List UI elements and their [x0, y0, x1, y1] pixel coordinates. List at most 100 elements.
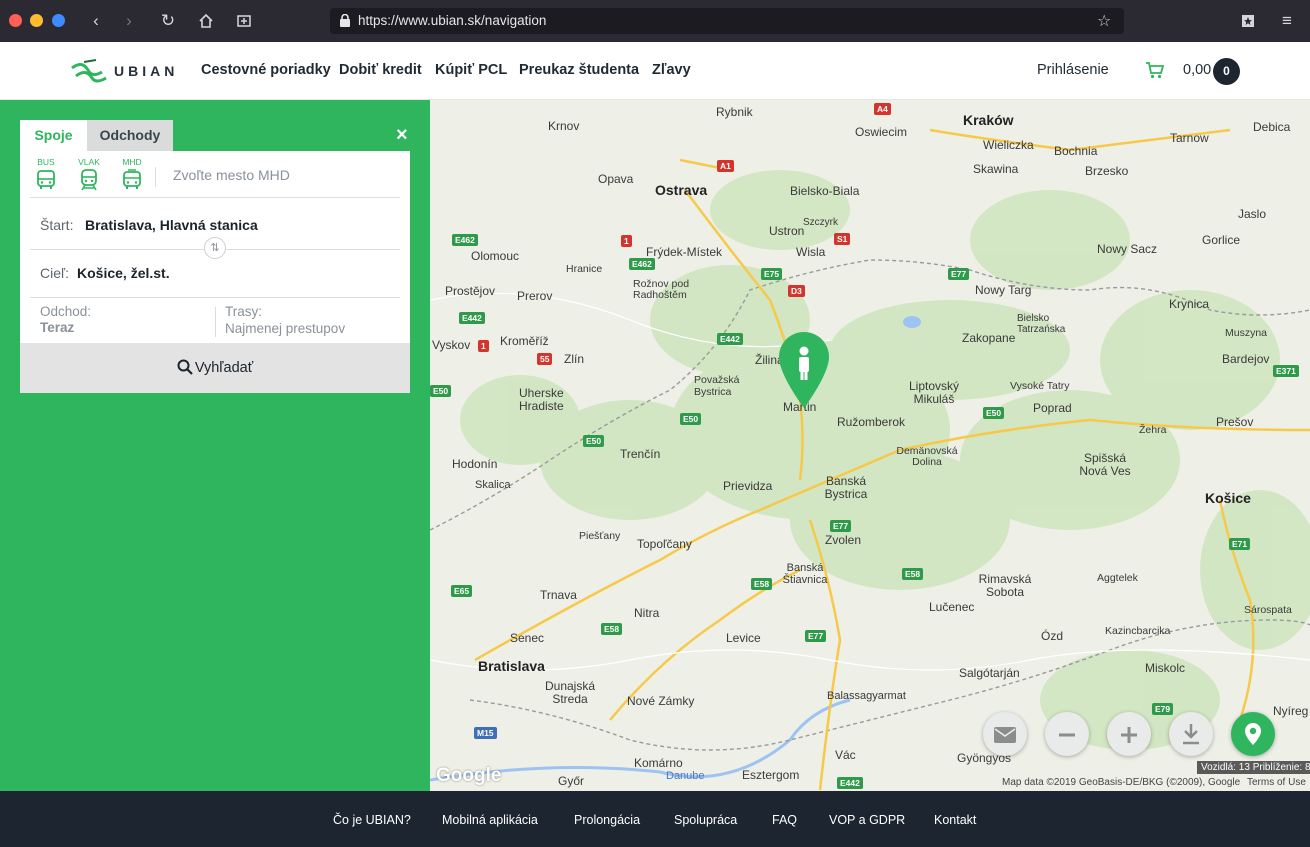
zoom-out-button[interactable]	[1045, 712, 1089, 756]
start-label: Štart:	[40, 217, 74, 233]
email-button[interactable]	[983, 712, 1027, 756]
map-label: Žehra	[1139, 424, 1167, 436]
nav-preukaz-studenta[interactable]: Preukaz študenta	[519, 62, 639, 78]
site-header: UBIAN Cestovné poriadky Dobiť kredit Kúp…	[0, 42, 1310, 100]
cart-count-badge[interactable]: 0	[1213, 58, 1240, 85]
footer-link-vop-gdpr[interactable]: VOP a GDPR	[829, 813, 905, 827]
nav-zlavy[interactable]: Zľavy	[652, 62, 691, 78]
footer-link-faq[interactable]: FAQ	[772, 813, 797, 827]
map-label: Wisla	[796, 245, 826, 259]
mode-mhd-label: MHD	[122, 157, 142, 167]
menu-icon[interactable]: ≡	[1276, 10, 1298, 32]
map-label: Trenčín	[620, 447, 661, 461]
cart-amount[interactable]: 0,00	[1183, 62, 1211, 78]
url-text: https://www.ubian.sk/navigation	[358, 13, 547, 28]
mode-train[interactable]: VLAK	[74, 157, 104, 196]
footer-link-spolupraca[interactable]: Spolupráca	[674, 813, 737, 827]
search-button[interactable]: Vyhľadať	[20, 343, 410, 393]
screenshot-icon[interactable]	[233, 10, 255, 32]
map-marker-icon	[1245, 723, 1261, 745]
map-label: Gorlice	[1202, 233, 1241, 247]
nav-dobit-kredit[interactable]: Dobiť kredit	[339, 62, 422, 78]
reload-icon[interactable]: ↻	[157, 10, 179, 32]
footer-link-kontakt[interactable]: Kontakt	[934, 813, 976, 827]
map-label: Bardejov	[1222, 352, 1270, 366]
terms-of-use-link[interactable]: Terms of Use	[1247, 777, 1306, 788]
road-shield: E75	[761, 268, 783, 280]
footer-link-mobilna-aplikacia[interactable]: Mobilná aplikácia	[442, 813, 538, 827]
search-panel: Spoje Odchody × BUS VLAK MHD Zvoľte mest…	[20, 120, 410, 393]
map-label: Vác	[835, 748, 856, 762]
ubian-logo[interactable]: UBIAN	[70, 56, 174, 86]
map-label: Rožnov pod Radhoštěm	[633, 278, 690, 301]
close-icon[interactable]: ×	[396, 124, 408, 146]
ubian-logo-icon	[71, 59, 107, 83]
maximize-window-button[interactable]	[52, 14, 65, 27]
google-logo: Google	[436, 765, 502, 786]
panel-tabs: Spoje Odchody ×	[20, 120, 410, 151]
bookmark-star-icon[interactable]: ☆	[1097, 11, 1111, 31]
mode-bus[interactable]: BUS	[31, 157, 61, 196]
map-label: Miskolc	[1145, 661, 1186, 675]
map-label: Opava	[598, 172, 634, 186]
minimize-window-button[interactable]	[30, 14, 43, 27]
map-label: Bochnia	[1054, 144, 1098, 158]
swap-stations-icon[interactable]: ⇅	[204, 237, 226, 259]
map-label: Dunajská Streda	[544, 679, 596, 706]
road-shield: D3	[788, 285, 805, 297]
forward-icon[interactable]: ›	[118, 10, 140, 32]
map-view[interactable]: Kraków Ostrava Bratislava Košice Rybnik …	[430, 100, 1310, 791]
close-window-button[interactable]	[9, 14, 22, 27]
nav-cestovne-poriadky[interactable]: Cestovné poriadky	[201, 62, 331, 78]
routes-select[interactable]: Najmenej prestupov	[225, 321, 345, 336]
map-label: Nowy Targ	[975, 283, 1032, 297]
departure-label: Odchod:	[40, 304, 92, 319]
login-link[interactable]: Prihlásenie	[1037, 62, 1109, 78]
location-pin-icon[interactable]	[777, 330, 831, 410]
map-label: Balassagyarmat	[827, 690, 906, 702]
mhd-city-select[interactable]: Zvoľte mesto MHD	[173, 167, 290, 183]
road-shield: M15	[474, 727, 497, 739]
vehicles-zoom-info: Vozidlá: 13 Priblíženie: 8	[1197, 761, 1310, 774]
map-label: Poprad	[1033, 401, 1072, 415]
road-shield: A4	[874, 103, 891, 115]
tab-odchody[interactable]: Odchody	[87, 120, 173, 151]
download-button[interactable]	[1169, 712, 1213, 756]
mode-bus-label: BUS	[37, 157, 55, 167]
map-label: Zvolen	[825, 533, 862, 547]
map-label: Banská Bystrica	[824, 474, 868, 501]
map-label: Szczyrk	[803, 217, 838, 228]
cart-icon[interactable]	[1145, 60, 1165, 80]
departure-select[interactable]: Teraz	[40, 320, 74, 335]
map-label: Prievidza	[723, 479, 773, 493]
home-icon[interactable]	[195, 10, 217, 32]
map-label: Aggtelek	[1097, 572, 1138, 584]
road-shield: E50	[430, 385, 452, 397]
map-label: Ružomberok	[837, 415, 906, 429]
train-icon	[81, 169, 97, 191]
footer-link-co-je-ubian[interactable]: Čo je UBIAN?	[333, 813, 411, 827]
tab-spoje[interactable]: Spoje	[20, 120, 87, 151]
road-shield: E442	[459, 312, 485, 324]
road-shield: 55	[537, 353, 553, 365]
road-shield: E58	[601, 623, 623, 635]
map-label: Považská Bystrica	[694, 374, 740, 398]
map-label: Prostějov	[445, 284, 496, 298]
address-bar[interactable]: https://www.ubian.sk/navigation ☆	[330, 8, 1124, 34]
mode-mhd[interactable]: MHD	[117, 157, 147, 196]
back-icon[interactable]: ‹	[85, 10, 107, 32]
email-icon	[994, 727, 1016, 743]
map-label: Oswiecim	[855, 125, 908, 139]
map-label: Frýdek-Místek	[646, 245, 723, 259]
road-shield: E50	[680, 413, 702, 425]
footer-link-prolongacia[interactable]: Prolongácia	[574, 813, 640, 827]
start-input[interactable]: Bratislava, Hlavná stanica	[85, 217, 258, 233]
map-label: Vyskov	[432, 338, 471, 352]
destination-input[interactable]: Košice, žel.st.	[77, 265, 170, 281]
extension-icon[interactable]	[1237, 10, 1259, 32]
zoom-in-button[interactable]	[1107, 712, 1151, 756]
map-label: Danube	[666, 770, 705, 782]
nav-kupit-pcl[interactable]: Kúpiť PCL	[435, 62, 507, 78]
search-button-label: Vyhľadať	[194, 360, 254, 376]
my-location-button[interactable]	[1231, 712, 1275, 756]
